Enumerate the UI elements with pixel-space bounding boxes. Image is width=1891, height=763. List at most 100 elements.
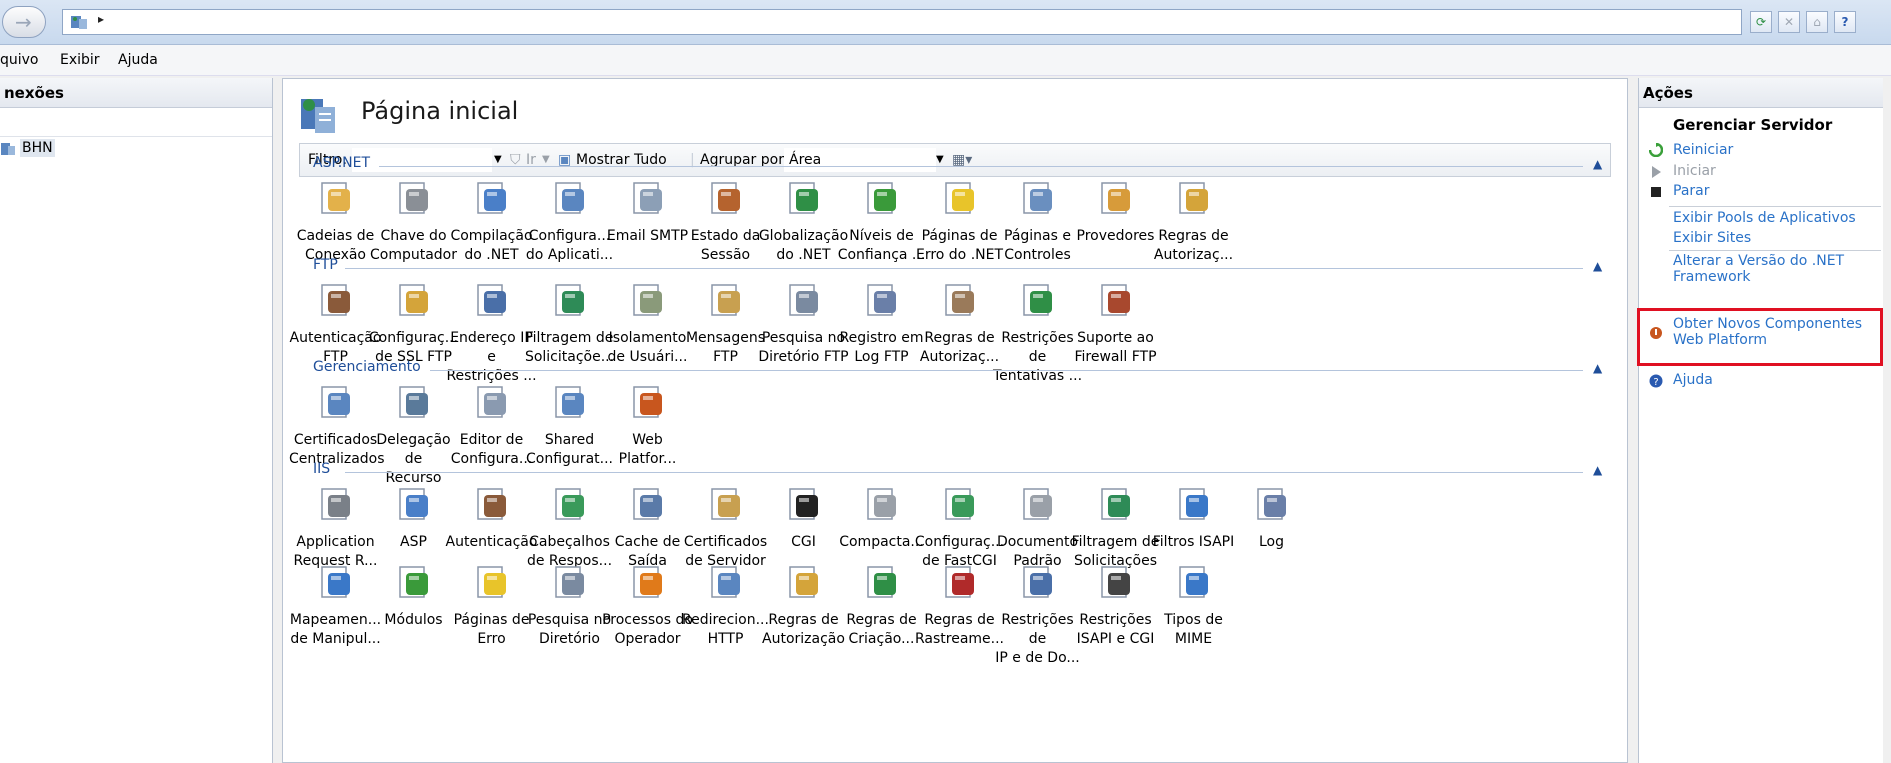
- ftp-messages-icon: [710, 284, 740, 316]
- view-app-pools-link[interactable]: Exibir Pools de Aplicativos: [1673, 210, 1856, 226]
- connections-panel: nexões BHN: [0, 78, 273, 763]
- providers-icon: [1100, 182, 1130, 214]
- machine-key-icon: [398, 182, 428, 214]
- actions-panel: Ações Gerenciar Servidor Reiniciar Inici…: [1637, 78, 1883, 763]
- ftp-firewall-icon: [1100, 284, 1130, 316]
- menu-help[interactable]: Ajuda: [118, 52, 158, 68]
- go-dropdown-icon[interactable]: ▼: [542, 154, 550, 165]
- menu-bar: quivo Exibir Ajuda: [0, 45, 1891, 76]
- group-divider: [344, 472, 1583, 473]
- stop-link[interactable]: Parar: [1673, 183, 1709, 199]
- svg-text:?: ?: [1653, 377, 1658, 388]
- change-net-version-link-2[interactable]: Framework: [1673, 269, 1751, 285]
- ip-domain-restrictions-icon: [1022, 566, 1052, 598]
- view-sites-link[interactable]: Exibir Sites: [1673, 230, 1751, 246]
- help-icon[interactable]: ?: [1834, 11, 1856, 33]
- connections-title: nexões: [0, 78, 272, 108]
- menu-file[interactable]: quivo: [0, 52, 39, 68]
- feature-item[interactable]: Tipos de MIME: [1147, 561, 1240, 649]
- server-label: BHN: [20, 139, 55, 157]
- collapse-caret-icon[interactable]: ▲: [1593, 463, 1602, 477]
- ftp-ssl-icon: [398, 284, 428, 316]
- ftp-request-filtering-icon: [554, 284, 584, 316]
- worker-processes-icon: [632, 566, 662, 598]
- net-compilation-icon: [476, 182, 506, 214]
- separator: [1669, 206, 1881, 207]
- feature-item[interactable]: Web Platfor...: [601, 381, 694, 469]
- session-state-icon: [710, 182, 740, 214]
- authorization-rules-iis-icon: [788, 566, 818, 598]
- feature-label: Tipos de: [1164, 612, 1223, 628]
- smtp-email-icon: [632, 182, 662, 214]
- stop-square-icon: [1651, 187, 1661, 197]
- address-bar[interactable]: ▸: [62, 9, 1742, 35]
- pages-controls-icon: [1022, 182, 1052, 214]
- feature-item[interactable]: Suporte ao Firewall FTP: [1069, 279, 1162, 367]
- mime-types-icon: [1178, 566, 1208, 598]
- globalization-icon: [788, 182, 818, 214]
- handler-mappings-icon: [320, 566, 350, 598]
- breadcrumb-arrow-icon[interactable]: ▸: [98, 12, 104, 26]
- group-divider: [378, 166, 1583, 167]
- output-caching-icon: [632, 488, 662, 520]
- web-platform-icon: [1650, 327, 1662, 339]
- isapi-cgi-restrictions-icon: [1100, 566, 1130, 598]
- server-icon: [1, 143, 15, 155]
- get-components-link-2[interactable]: Web Platform: [1673, 332, 1767, 348]
- play-icon: [1652, 166, 1661, 178]
- group-by-select[interactable]: Área: [784, 148, 936, 172]
- authentication-icon: [476, 488, 506, 520]
- restart-link[interactable]: Reiniciar: [1673, 142, 1733, 158]
- collapse-caret-icon[interactable]: ▲: [1593, 259, 1602, 273]
- manage-server-heading: Gerenciar Servidor: [1673, 116, 1833, 134]
- menu-view[interactable]: Exibir: [60, 52, 100, 68]
- failed-request-rules-icon: [866, 566, 896, 598]
- ftp-authorization-rules-icon: [944, 284, 974, 316]
- refresh-icon[interactable]: ⟳: [1750, 11, 1772, 33]
- arr-icon: [320, 488, 350, 520]
- arrow-right-icon: →: [15, 10, 32, 34]
- collapse-caret-icon[interactable]: ▲: [1593, 157, 1602, 171]
- navigation-bar: → ▸ ⟳ ✕ ⌂ ?: [0, 0, 1891, 45]
- get-components-link[interactable]: Obter Novos Componentes: [1673, 316, 1862, 332]
- compression-icon: [866, 488, 896, 520]
- cgi-icon: [788, 488, 818, 520]
- filter-input[interactable]: [352, 148, 492, 172]
- ftp-user-isolation-icon: [632, 284, 662, 316]
- ftp-ip-restrictions-icon: [476, 284, 506, 316]
- filter-dropdown-icon[interactable]: ▼: [494, 154, 502, 165]
- failed-request-tracing-icon: [944, 566, 974, 598]
- feature-item[interactable]: Log: [1225, 483, 1318, 571]
- change-net-version-link[interactable]: Alterar a Versão do .NET: [1673, 253, 1844, 269]
- help-link[interactable]: Ajuda: [1673, 372, 1713, 388]
- collapse-caret-icon[interactable]: ▲: [1593, 361, 1602, 375]
- default-document-icon: [1022, 488, 1052, 520]
- request-filtering-icon: [1100, 488, 1130, 520]
- group-header[interactable]: Gerenciamento: [313, 359, 421, 379]
- feature-label: Autorizaç...: [1153, 247, 1234, 263]
- start-link[interactable]: Iniciar: [1673, 163, 1716, 179]
- stop-icon[interactable]: ✕: [1778, 11, 1800, 33]
- toolbar-buttons: ⟳ ✕ ⌂ ?: [1750, 11, 1856, 33]
- actions-title: Ações: [1639, 78, 1883, 108]
- home-icon[interactable]: ⌂: [1806, 11, 1828, 33]
- group-header[interactable]: FTP: [313, 257, 338, 277]
- group-header[interactable]: IIS: [313, 461, 330, 481]
- feature-label: Platfor...: [618, 451, 677, 467]
- forward-button[interactable]: →: [2, 6, 46, 38]
- error-pages-icon: [476, 566, 506, 598]
- shared-configuration-icon: [554, 386, 584, 418]
- group-divider: [344, 268, 1583, 269]
- feature-label: IP e de Do...: [995, 650, 1080, 666]
- group-by-dropdown-icon[interactable]: ▼: [936, 154, 944, 165]
- server-certificates-icon: [710, 488, 740, 520]
- authorization-rules-icon: [1178, 182, 1208, 214]
- separator: [1669, 250, 1881, 251]
- feature-item[interactable]: Regras de Autorizaç...: [1147, 177, 1240, 265]
- logging-icon: [1256, 488, 1286, 520]
- tree-item-server[interactable]: BHN: [0, 139, 55, 157]
- feature-label: Suporte ao: [1077, 330, 1154, 346]
- isapi-filters-icon: [1178, 488, 1208, 520]
- group-header[interactable]: ASP.NET: [313, 155, 370, 175]
- asp-icon: [398, 488, 428, 520]
